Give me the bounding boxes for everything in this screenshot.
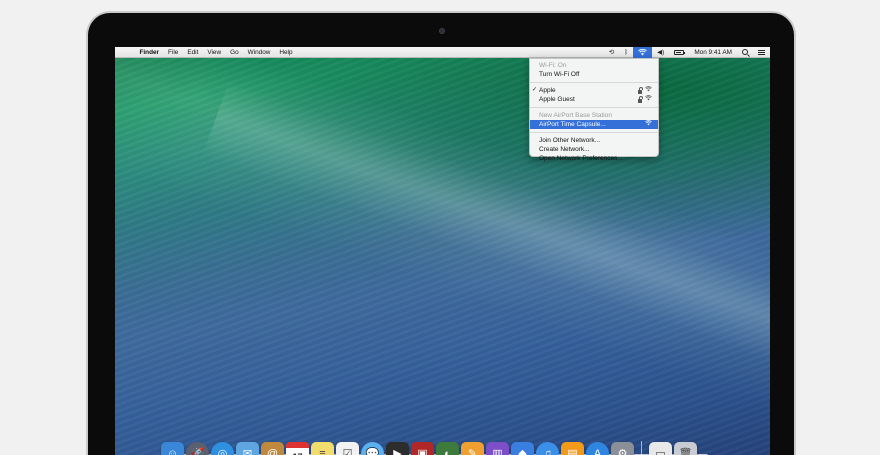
menu-separator	[530, 132, 658, 133]
downloads-stack-icon[interactable]: ▭	[649, 442, 672, 455]
menu-separator	[530, 82, 658, 83]
menu-window[interactable]: Window	[243, 47, 275, 58]
messages-icon[interactable]: 💬	[361, 442, 384, 455]
menu-clock[interactable]: Mon 9:41 AM	[689, 47, 737, 58]
desktop-screen: Finder File Edit View Go Window Help ⟲ ᛒ…	[115, 47, 770, 455]
network-item-apple-guest[interactable]: Apple Guest	[530, 95, 658, 104]
menu-separator	[530, 107, 658, 108]
join-other-network-item[interactable]: Join Other Network...	[530, 136, 658, 145]
signal-icon	[645, 95, 652, 104]
signal-icon	[645, 120, 652, 129]
turn-wifi-off-item[interactable]: Turn Wi-Fi Off	[530, 70, 658, 79]
menu-edit[interactable]: Edit	[183, 47, 203, 58]
spotlight-icon[interactable]	[737, 47, 753, 58]
calendar-icon[interactable]: 17	[286, 442, 309, 455]
bluetooth-icon[interactable]: ᛒ	[619, 47, 633, 58]
menu-app-name[interactable]: Finder	[135, 47, 164, 58]
keynote-icon[interactable]: ◆	[511, 442, 534, 455]
safari-icon[interactable]: ◎	[211, 442, 234, 455]
lock-icon	[638, 96, 643, 103]
pages-icon[interactable]: ✎	[461, 442, 484, 455]
airport-time-capsule-item[interactable]: AirPort Time Capsule...	[530, 120, 658, 129]
create-network-label: Create Network...	[539, 146, 590, 153]
app-store-icon[interactable]: A	[586, 442, 609, 455]
camera-icon	[439, 28, 445, 34]
numbers-icon[interactable]: ▥	[486, 442, 509, 455]
base-station-header: New AirPort Base Station	[530, 111, 658, 120]
launchpad-icon[interactable]: 🚀	[186, 442, 209, 455]
iphoto-icon[interactable]: ◐	[436, 442, 459, 455]
network-name: Apple	[539, 87, 556, 94]
facetime-icon[interactable]: ▶	[386, 442, 409, 455]
base-station-header-label: New AirPort Base Station	[539, 112, 612, 119]
dock: ☺🚀◎✉@17≡☑💬▶▣◐✎▥◆♫▤A⚙ ▭🗑	[151, 437, 736, 455]
menu-file[interactable]: File	[164, 47, 183, 58]
menu-view[interactable]: View	[203, 47, 226, 58]
menu-go[interactable]: Go	[226, 47, 244, 58]
airport-time-capsule-label: AirPort Time Capsule...	[539, 121, 606, 128]
create-network-item[interactable]: Create Network...	[530, 145, 658, 154]
join-other-network-label: Join Other Network...	[539, 137, 601, 144]
display-bezel: Finder File Edit View Go Window Help ⟲ ᛒ…	[88, 13, 794, 455]
ibooks-icon[interactable]: ▤	[561, 442, 584, 455]
menu-bar: Finder File Edit View Go Window Help ⟲ ᛒ…	[115, 47, 770, 58]
battery-icon[interactable]	[669, 47, 689, 58]
lock-icon	[638, 87, 643, 94]
wifi-menu: Wi-Fi: On Turn Wi-Fi Off ✓ Apple Apple G…	[529, 58, 659, 162]
photo-booth-icon[interactable]: ▣	[411, 442, 434, 455]
trash-icon[interactable]: 🗑	[674, 442, 697, 455]
network-item-apple[interactable]: ✓ Apple	[530, 86, 658, 95]
notification-center-icon[interactable]	[753, 47, 770, 58]
signal-icon	[645, 86, 652, 95]
reminders-icon[interactable]: ☑	[336, 442, 359, 455]
notes-icon[interactable]: ≡	[311, 442, 334, 455]
wifi-icon[interactable]	[633, 47, 653, 58]
itunes-icon[interactable]: ♫	[536, 442, 559, 455]
wifi-status: Wi-Fi: On	[530, 61, 658, 70]
finder-icon[interactable]: ☺	[161, 442, 184, 455]
mail-icon[interactable]: ✉	[236, 442, 259, 455]
system-preferences-icon[interactable]: ⚙	[611, 442, 634, 455]
menu-help[interactable]: Help	[275, 47, 297, 58]
macbook-frame: Finder File Edit View Go Window Help ⟲ ᛒ…	[86, 11, 796, 455]
contacts-icon[interactable]: @	[261, 442, 284, 455]
dock-separator	[641, 441, 642, 455]
time-machine-icon[interactable]: ⟲	[604, 47, 619, 58]
network-name: Apple Guest	[539, 96, 575, 103]
open-network-preferences-label: Open Network Preferences...	[539, 155, 623, 162]
wifi-status-label: Wi-Fi: On	[539, 62, 567, 69]
volume-icon[interactable]: ◀)	[652, 47, 669, 58]
open-network-preferences-item[interactable]: Open Network Preferences...	[530, 154, 658, 163]
dock-icons: ☺🚀◎✉@17≡☑💬▶▣◐✎▥◆♫▤A⚙ ▭🗑	[161, 441, 726, 455]
turn-wifi-off-label: Turn Wi-Fi Off	[539, 71, 580, 78]
checkmark-icon: ✓	[532, 87, 538, 93]
